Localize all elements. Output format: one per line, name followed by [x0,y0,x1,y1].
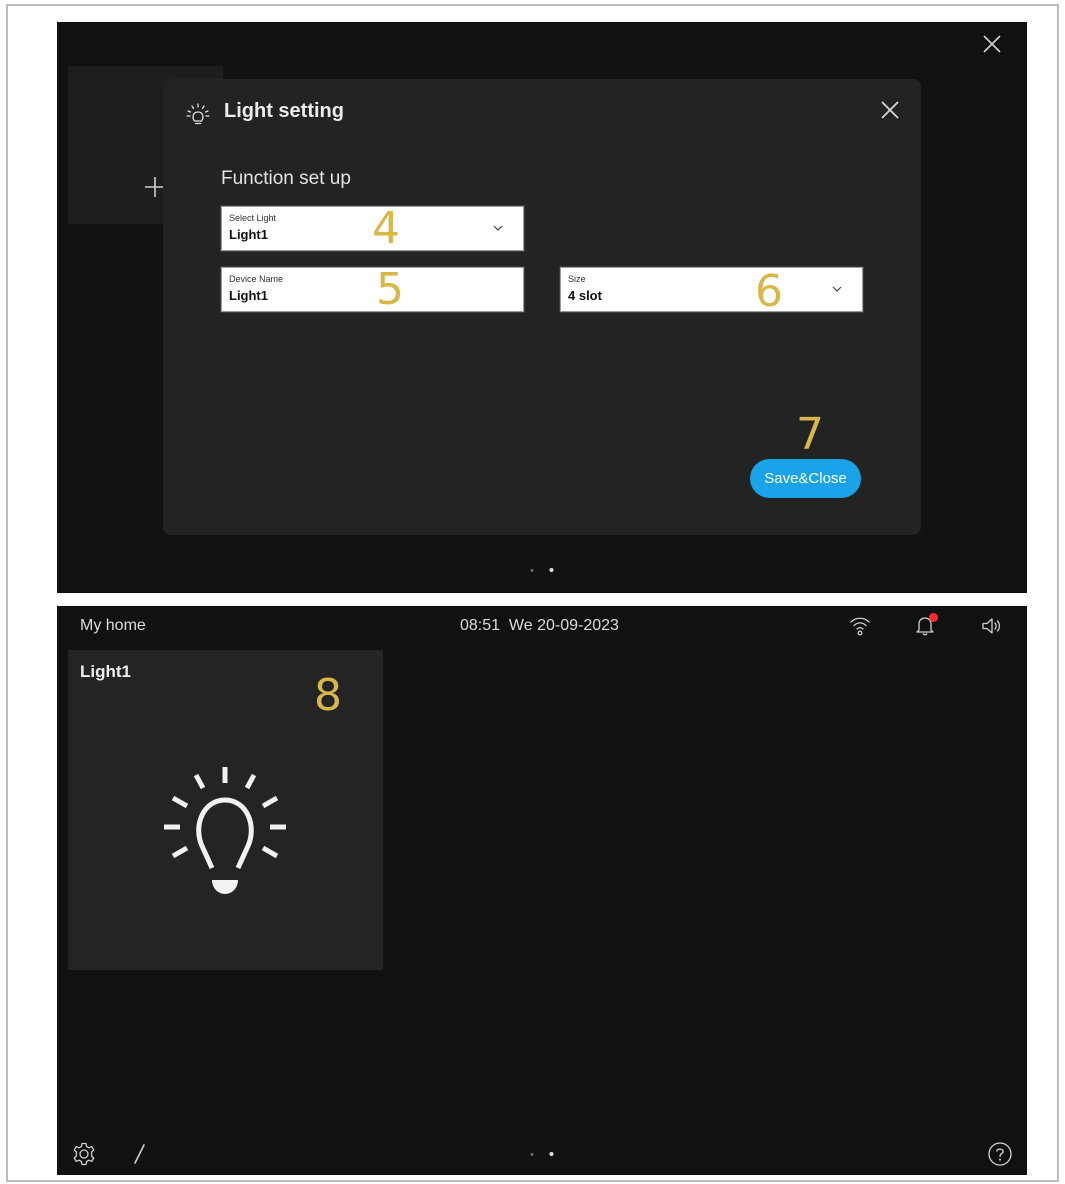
callout-number: 6 [755,266,783,317]
page-indicator [530,568,554,572]
light-setting-screen: Light setting Function set up Select Lig… [57,22,1027,593]
section-title: Function set up [221,168,351,189]
page-dot-active[interactable] [549,568,554,572]
close-icon[interactable] [981,33,1003,55]
wifi-icon[interactable] [849,615,871,637]
close-icon[interactable] [879,99,901,121]
light-tile[interactable]: Light1 8 [68,650,383,970]
field-label: Device Name [229,274,284,284]
callout-number: 4 [372,203,400,254]
home-title: My home [80,617,146,634]
clock: 08:51 We 20-09-2023 [460,617,619,634]
light-bulb-icon [164,767,286,894]
gear-icon[interactable] [71,1141,97,1167]
field-value: Light1 [229,227,268,242]
field-label: Select Light [229,213,277,223]
status-bar: My home 08:51 We 20-09-2023 [57,606,1027,646]
save-close-button[interactable]: Save&Close [750,459,861,498]
notification-badge [929,613,938,622]
chevron-down-icon [493,225,503,231]
field-value: 4 slot [568,288,602,303]
chevron-down-icon [832,286,842,292]
device-name-field[interactable]: Device Name Light1 5 [221,267,524,312]
dialog-title: Light setting [224,100,344,122]
tile-label: Light1 [80,662,131,681]
speaker-icon[interactable] [980,615,1002,637]
home-screen: My home 08:51 We 20-09-2023 Light1 8 [57,606,1027,1175]
page-dot[interactable] [530,1152,534,1156]
page-dot-active[interactable] [549,1152,554,1156]
page-dot[interactable] [530,568,534,572]
callout-number: 7 [796,409,824,460]
field-label: Size [568,274,586,284]
field-value: Light1 [229,288,268,303]
select-light-dropdown[interactable]: Select Light Light1 4 [221,206,524,251]
page-indicator [530,1152,554,1156]
light-setting-dialog: Light setting Function set up Select Lig… [163,79,921,535]
callout-number: 8 [314,670,342,721]
size-dropdown[interactable]: Size 4 slot 6 [560,266,863,317]
callout-number: 5 [376,264,404,315]
help-icon[interactable] [987,1141,1013,1167]
pencil-icon[interactable] [127,1141,153,1167]
light-bulb-icon [186,103,210,125]
